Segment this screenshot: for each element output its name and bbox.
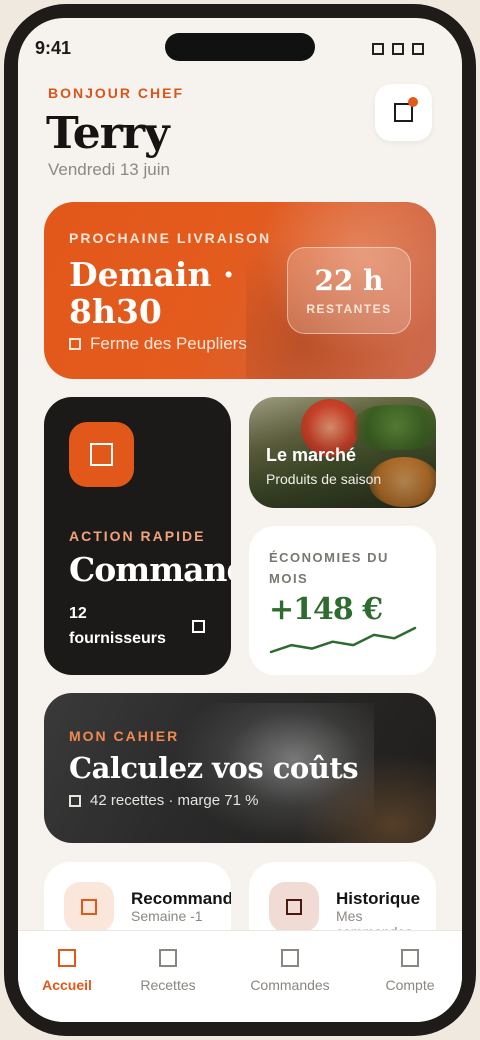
tab-label: Compte xyxy=(385,977,435,993)
market-card[interactable]: Le marché Produits de saison xyxy=(249,397,436,508)
battery-icon xyxy=(412,43,424,55)
status-icons xyxy=(372,43,424,55)
quick-action-label: ACTION RAPIDE xyxy=(69,528,206,544)
notebook-meta: 42 recettes · marge 71 % xyxy=(69,792,258,809)
notebook-label: MON CAHIER xyxy=(69,728,180,744)
monthly-savings-card[interactable]: ÉCONOMIES DU MOIS +148 € xyxy=(249,526,436,675)
tab-recettes[interactable]: Recettes xyxy=(118,949,218,993)
signal-icon xyxy=(372,43,384,55)
greeting-label: BONJOUR CHEF xyxy=(48,85,185,101)
tab-label: Recettes xyxy=(140,977,196,993)
tab-commandes[interactable]: Commandes xyxy=(240,949,340,993)
quick-action-title: Commander xyxy=(69,550,231,589)
history-title: Historique xyxy=(336,889,421,908)
delivery-label: PROCHAINE LIVRAISON xyxy=(69,230,272,246)
quick-order-icon-box xyxy=(69,422,134,487)
home-icon xyxy=(58,949,76,967)
notebook-meta-text: 42 recettes · marge 71 % xyxy=(90,792,259,809)
tab-label: Commandes xyxy=(250,977,330,993)
delivery-supplier: Ferme des Peupliers xyxy=(69,334,247,354)
notebook-card[interactable]: MON CAHIER Calculez vos coûts 42 recette… xyxy=(44,693,436,843)
delivery-supplier-name: Ferme des Peupliers xyxy=(90,334,247,353)
status-time: 9:41 xyxy=(35,38,72,58)
notifications-button[interactable] xyxy=(375,84,432,141)
savings-value: +148 € xyxy=(269,592,383,627)
market-title: Le marché xyxy=(266,445,357,465)
delivery-countdown: 22 h RESTANTES xyxy=(287,247,411,334)
dynamic-island xyxy=(165,33,315,61)
tab-bar: Accueil Recettes Commandes Compte xyxy=(18,930,462,1022)
wifi-icon xyxy=(392,43,404,55)
next-delivery-card[interactable]: PROCHAINE LIVRAISON Demain · 8h30 Ferme … xyxy=(44,202,436,379)
savings-label: ÉCONOMIES DU MOIS xyxy=(269,550,389,586)
user-name: Terry xyxy=(46,108,170,159)
quick-order-card[interactable]: ACTION RAPIDE Commander 12 fournisseurs xyxy=(44,397,231,675)
countdown-value: 22 h xyxy=(314,264,384,297)
recipe-icon xyxy=(69,794,81,807)
reorder-icon-box xyxy=(64,882,114,932)
tab-compte[interactable]: Compte xyxy=(360,949,460,993)
reorder-title: Recommander xyxy=(131,889,231,908)
history-icon-box xyxy=(269,882,319,932)
supplier-count: 12 fournisseurs xyxy=(69,605,166,647)
user-icon xyxy=(401,949,419,967)
bag-icon xyxy=(281,949,299,967)
savings-trend-sparkline xyxy=(269,626,417,654)
delivery-time: Demain · 8h30 xyxy=(69,255,235,331)
countdown-unit: RESTANTES xyxy=(306,302,392,316)
cart-icon xyxy=(90,443,113,466)
book-icon xyxy=(159,949,177,967)
history-icon xyxy=(286,899,302,915)
tab-label: Accueil xyxy=(42,977,92,993)
location-icon xyxy=(69,338,81,350)
repeat-icon xyxy=(81,899,97,915)
notebook-title: Calculez vos coûts xyxy=(69,751,359,785)
current-date: Vendredi 13 juin xyxy=(48,160,170,179)
market-subtitle: Produits de saison xyxy=(266,471,382,487)
notification-dot xyxy=(408,97,418,107)
reorder-subtitle: Semaine -1 xyxy=(131,908,203,924)
arrow-icon xyxy=(192,620,205,633)
tab-accueil[interactable]: Accueil xyxy=(17,949,117,993)
